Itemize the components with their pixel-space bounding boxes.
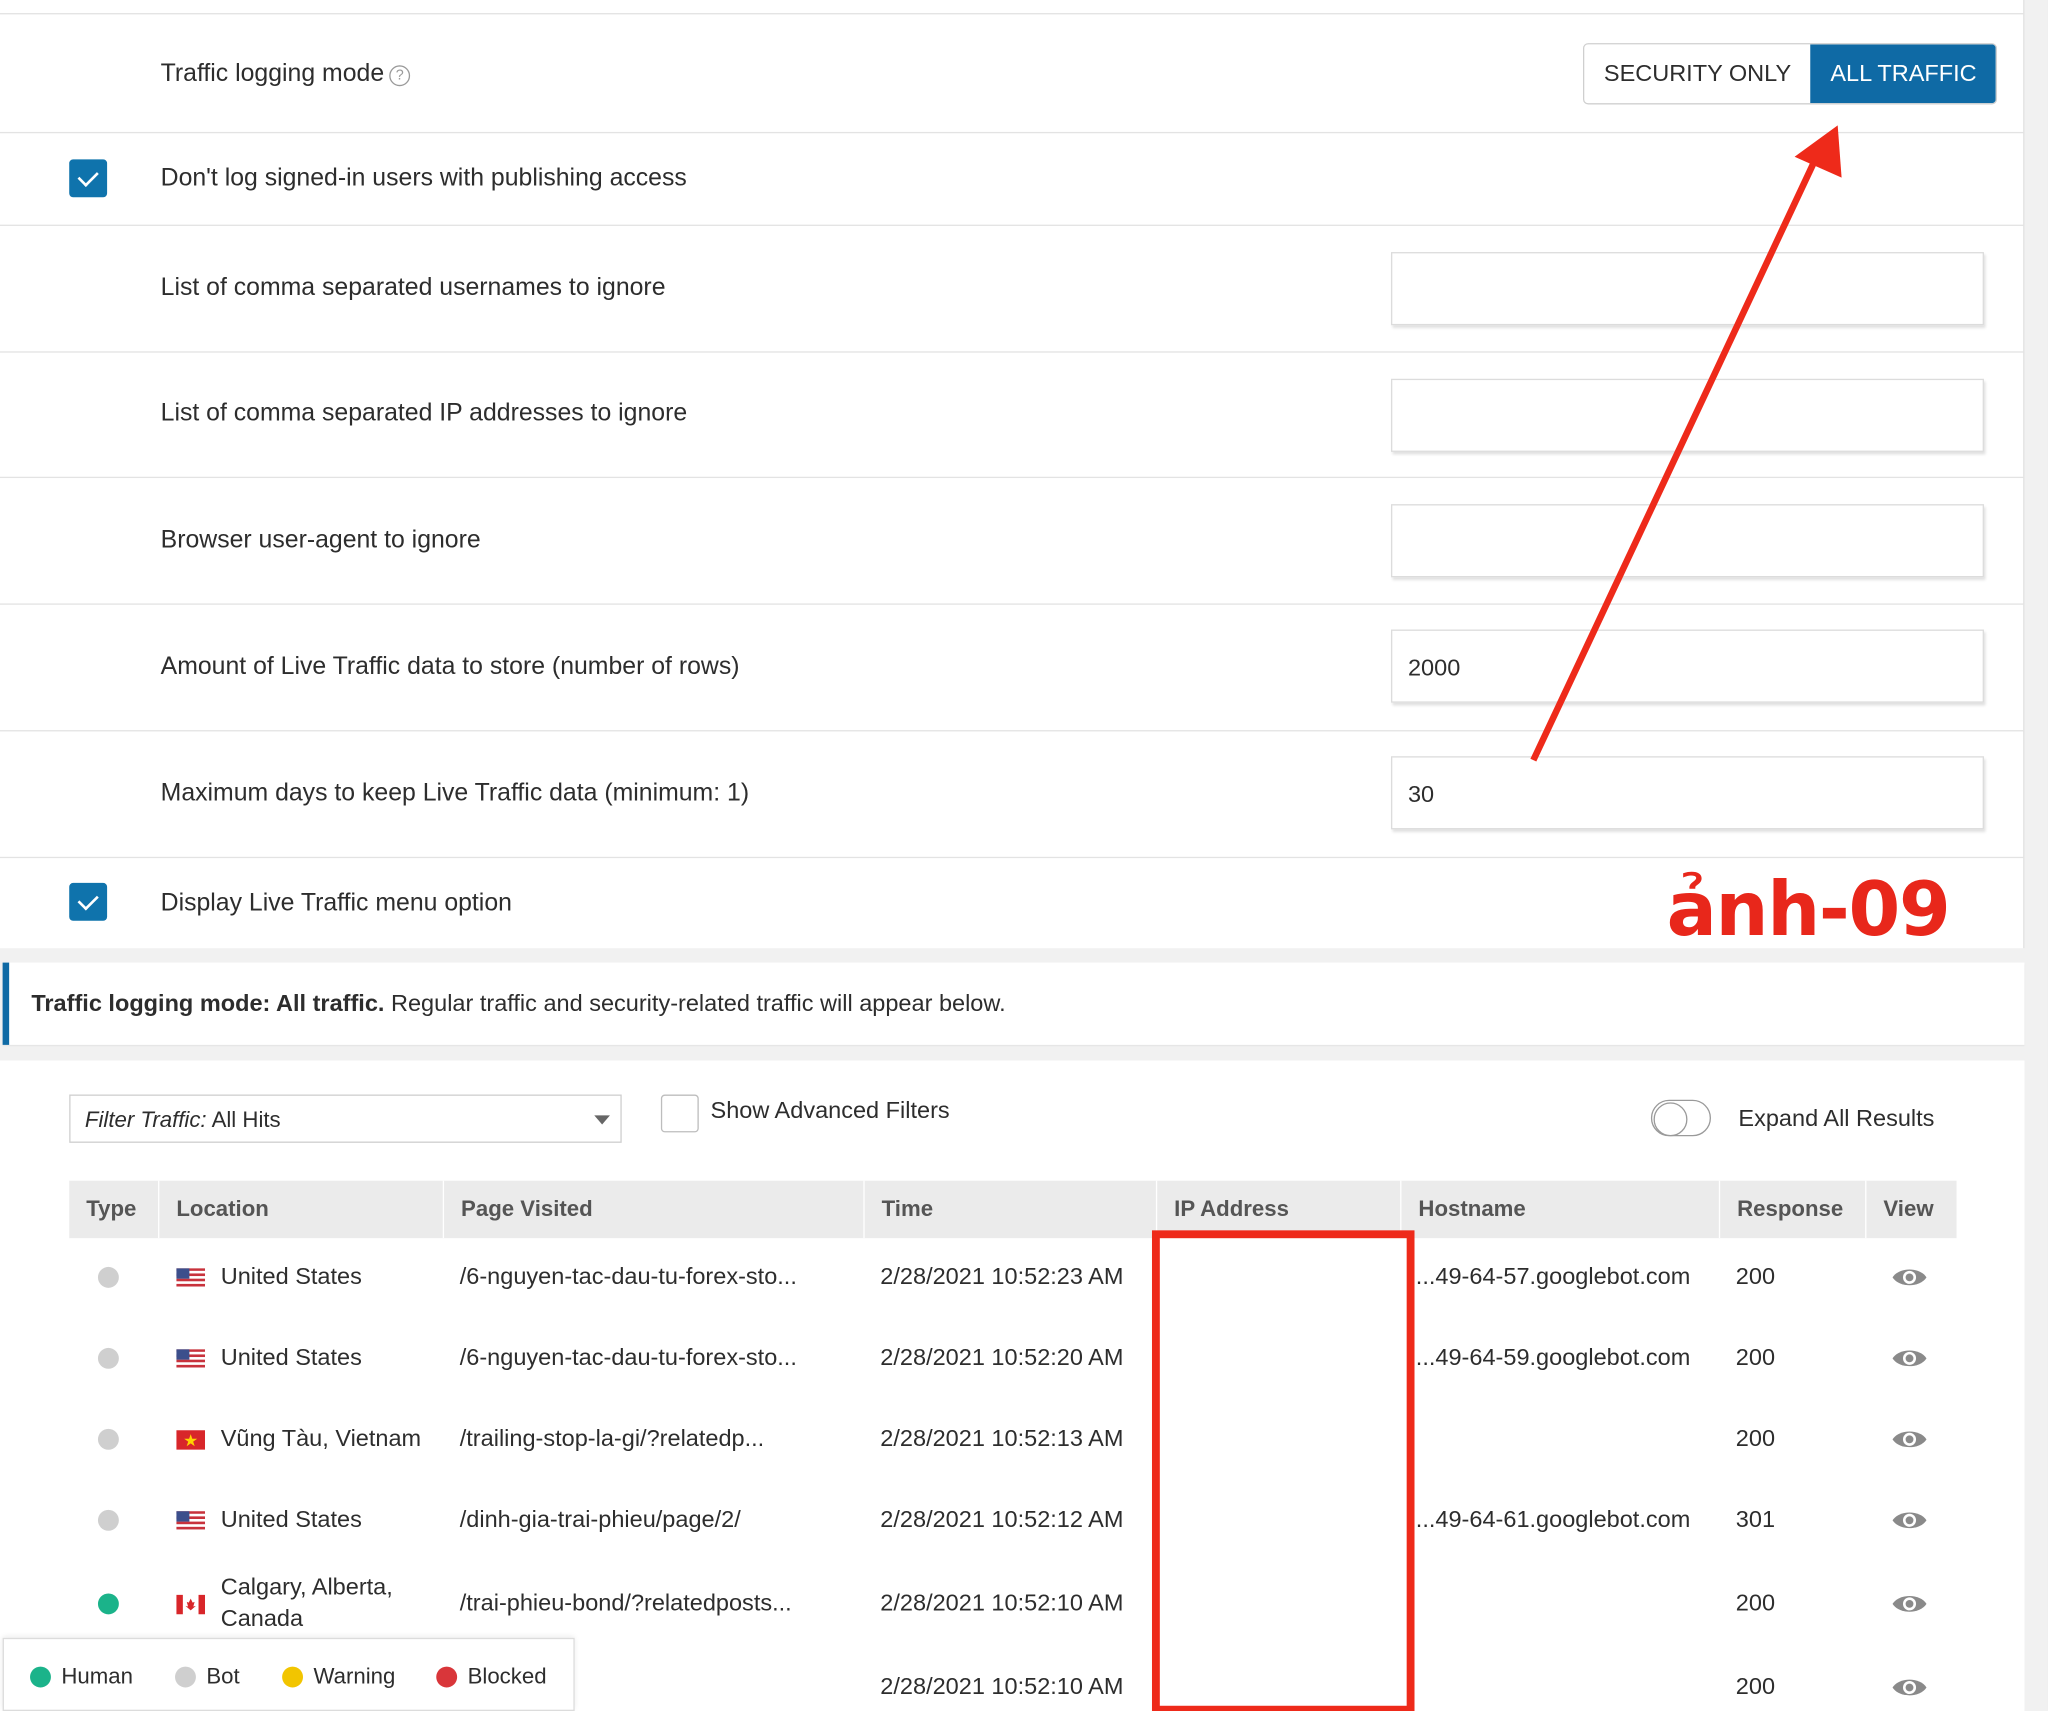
screenshot-stage: Traffic logging mode? SECURITY ONLY ALL … bbox=[0, 0, 2048, 1711]
annotation-arrow-icon bbox=[1530, 125, 1842, 762]
